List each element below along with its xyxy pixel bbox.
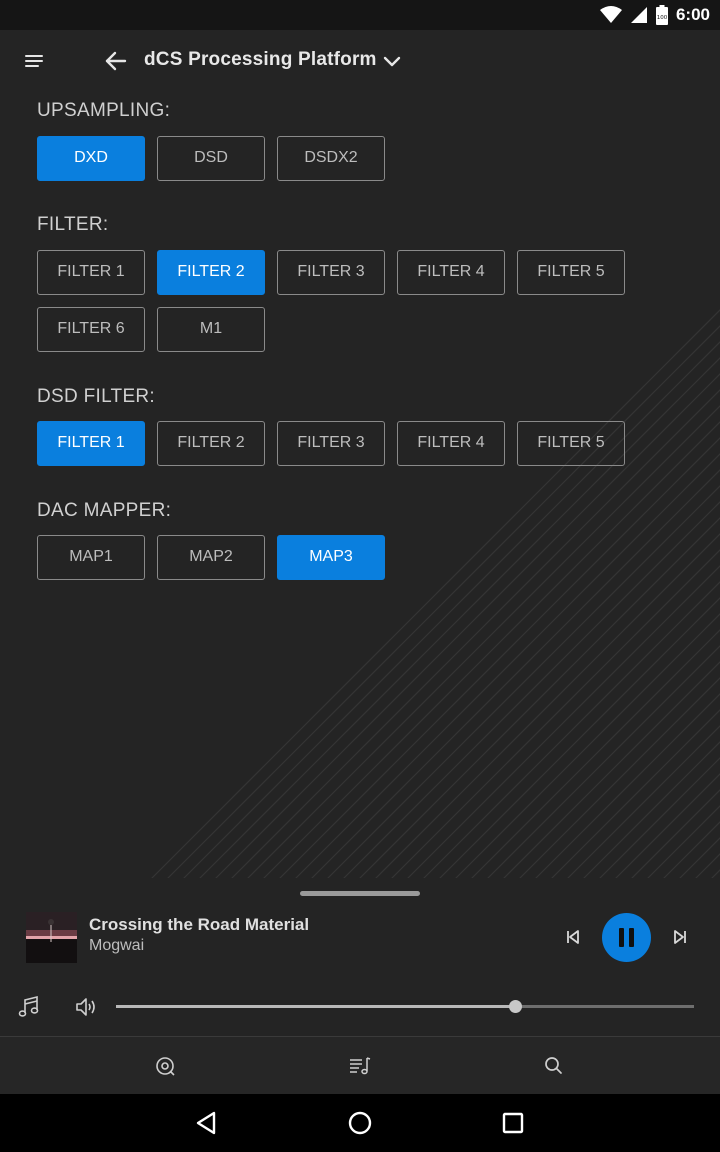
upsampling-option-dxd[interactable]: DXD xyxy=(37,136,145,181)
search-icon xyxy=(545,1057,562,1074)
dsd-filter-option-4[interactable]: FILTER 4 xyxy=(397,421,505,466)
track-title: Crossing the Road Material xyxy=(89,915,310,934)
album-art-image xyxy=(26,912,77,963)
nav-search[interactable] xyxy=(541,1053,567,1079)
filter-option-m1[interactable]: M1 xyxy=(157,307,265,352)
queue-icon xyxy=(350,1057,371,1075)
dac-mapper-option-map3[interactable]: MAP3 xyxy=(277,535,385,580)
now-playing-panel: Crossing the Road Material Mogwai xyxy=(0,878,720,1036)
upsampling-label: UPSAMPLING: xyxy=(37,100,171,121)
skip-next-icon xyxy=(674,930,686,944)
dsd-filter-option-5[interactable]: FILTER 5 xyxy=(517,421,625,466)
nav-queue[interactable] xyxy=(347,1053,373,1079)
decorative-stripe xyxy=(677,305,720,880)
filter-option-4[interactable]: FILTER 4 xyxy=(397,250,505,295)
drag-handle[interactable] xyxy=(300,891,420,896)
dsd-filter-option-1[interactable]: FILTER 1 xyxy=(37,421,145,466)
status-bar: 100 6:00 xyxy=(0,0,720,30)
decorative-stripe xyxy=(629,305,720,880)
system-recents-button[interactable] xyxy=(498,1108,528,1138)
filter-label: FILTER: xyxy=(37,214,109,235)
toolbar: dCS Processing Platform xyxy=(0,30,720,92)
bottom-navigation xyxy=(0,1036,720,1094)
nav-now-playing[interactable] xyxy=(153,1053,179,1079)
cellular-signal-icon xyxy=(630,7,647,23)
system-back-button[interactable] xyxy=(192,1108,222,1138)
system-navigation-bar xyxy=(0,1094,720,1152)
filter-option-2[interactable]: FILTER 2 xyxy=(157,250,265,295)
album-art[interactable] xyxy=(26,912,77,963)
track-artist: Mogwai xyxy=(89,937,145,954)
system-home-button[interactable] xyxy=(345,1108,375,1138)
now-playing-icon xyxy=(156,1057,175,1076)
music-source-button[interactable] xyxy=(16,994,42,1020)
volume-button[interactable] xyxy=(74,995,100,1019)
recents-square-icon xyxy=(502,1112,524,1134)
music-note-icon xyxy=(18,995,39,1017)
previous-track-button[interactable] xyxy=(562,926,584,948)
volume-slider-fill xyxy=(116,1005,515,1008)
filter-option-6[interactable]: FILTER 6 xyxy=(37,307,145,352)
play-pause-button[interactable] xyxy=(602,913,651,962)
dsd-filter-option-3[interactable]: FILTER 3 xyxy=(277,421,385,466)
volume-slider-thumb[interactable] xyxy=(509,1000,522,1013)
wifi-icon xyxy=(599,6,622,23)
upsampling-option-dsdx2[interactable]: DSDX2 xyxy=(277,136,385,181)
back-button[interactable] xyxy=(100,47,132,75)
volume-slider[interactable] xyxy=(116,1000,694,1013)
battery-level: 100 xyxy=(657,15,668,21)
pause-icon xyxy=(619,928,634,947)
filter-option-3[interactable]: FILTER 3 xyxy=(277,250,385,295)
menu-button[interactable] xyxy=(18,47,50,75)
arrow-left-icon xyxy=(105,51,127,71)
decorative-stripe xyxy=(693,305,720,880)
battery-icon: 100 xyxy=(655,5,668,25)
next-track-button[interactable] xyxy=(669,926,691,948)
skip-previous-icon xyxy=(567,930,579,944)
dsd-filter-option-2[interactable]: FILTER 2 xyxy=(157,421,265,466)
dac-mapper-option-map1[interactable]: MAP1 xyxy=(37,535,145,580)
page-title: dCS Processing Platform xyxy=(144,49,377,70)
filter-option-5[interactable]: FILTER 5 xyxy=(517,250,625,295)
dac-mapper-label: DAC MAPPER: xyxy=(37,500,172,521)
dac-mapper-option-map2[interactable]: MAP2 xyxy=(157,535,265,580)
device-dropdown[interactable] xyxy=(378,50,406,74)
clock: 6:00 xyxy=(675,5,710,24)
upsampling-option-dsd[interactable]: DSD xyxy=(157,136,265,181)
dsd-filter-label: DSD FILTER: xyxy=(37,386,156,407)
home-circle-icon xyxy=(348,1111,372,1135)
menu-icon xyxy=(25,55,43,67)
app-screen: dCS Processing Platform UPSAMPLING: DXD … xyxy=(0,30,720,1094)
volume-icon xyxy=(76,998,95,1016)
chevron-down-icon xyxy=(383,56,401,67)
status-icons: 100 6:00 xyxy=(599,4,710,26)
back-triangle-icon xyxy=(196,1111,216,1135)
filter-option-1[interactable]: FILTER 1 xyxy=(37,250,145,295)
